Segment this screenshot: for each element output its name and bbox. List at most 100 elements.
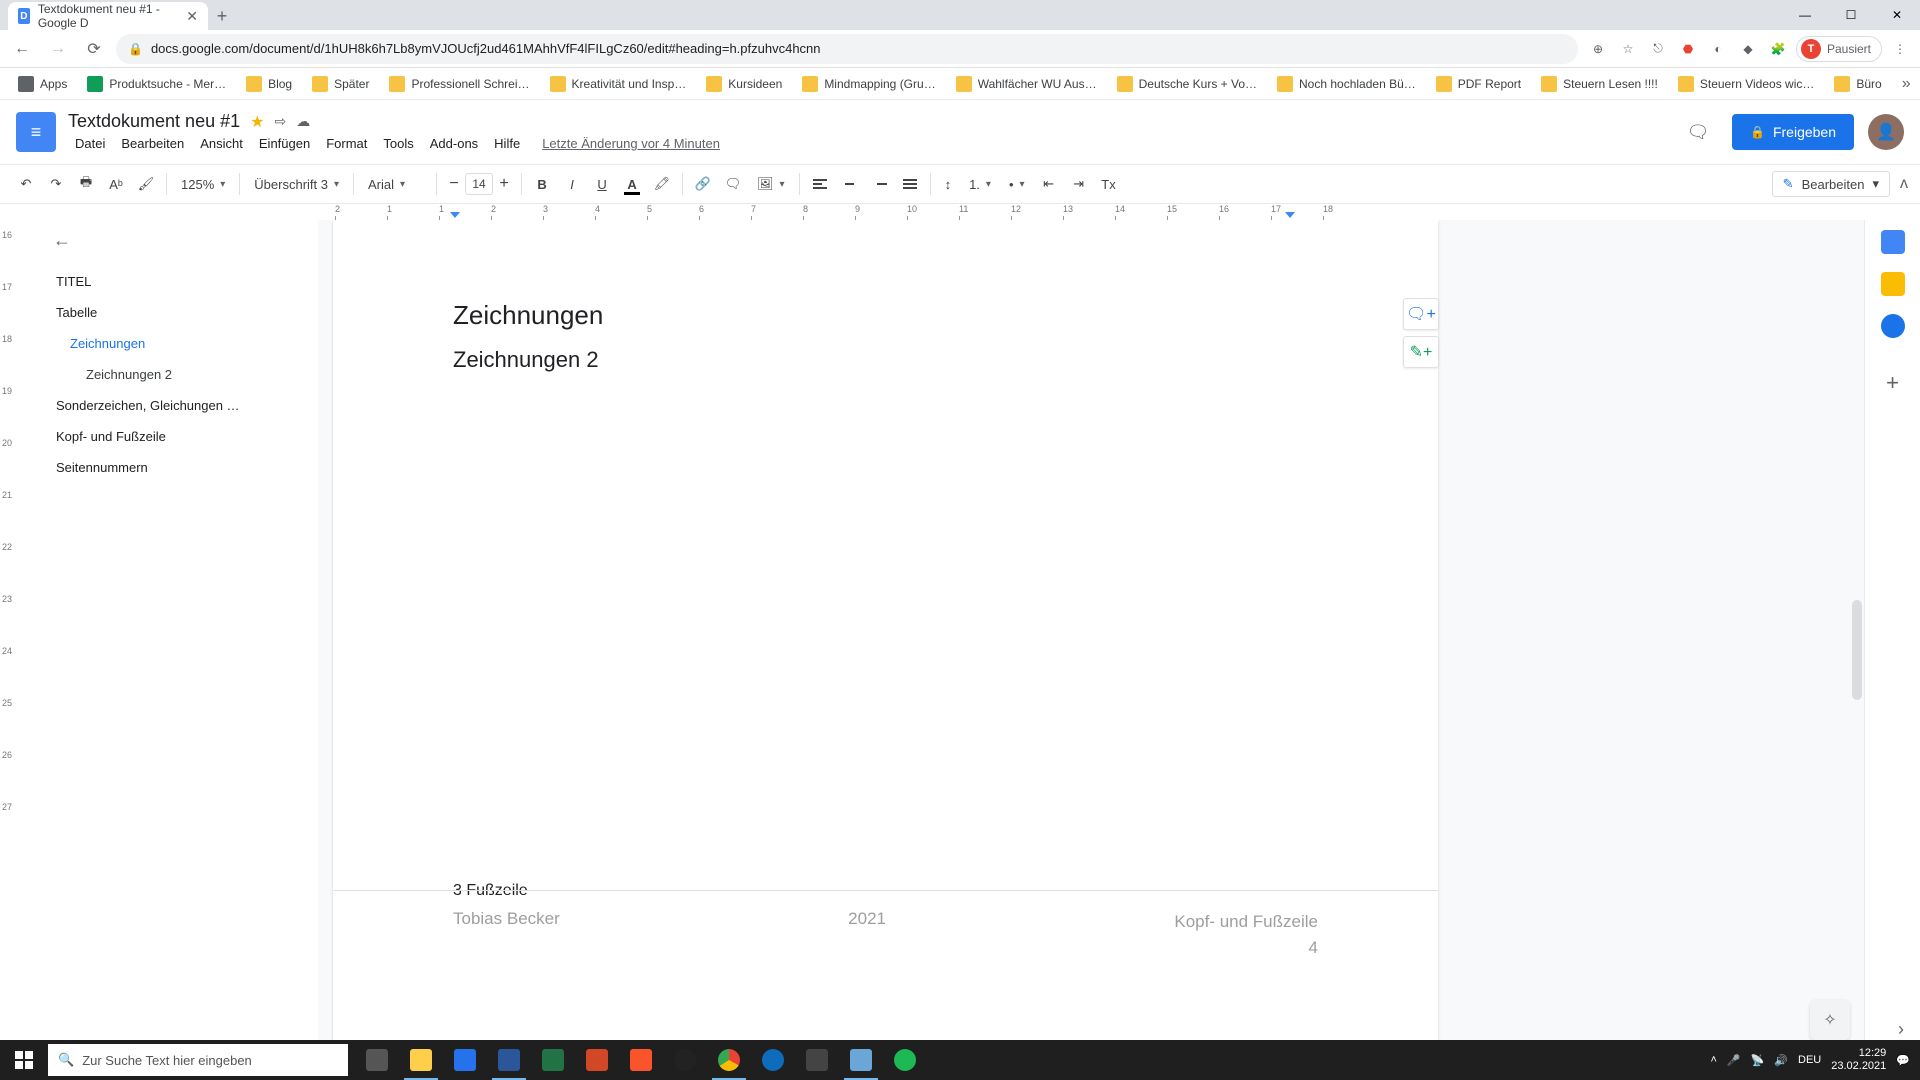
- profile-chip[interactable]: T Pausiert: [1796, 36, 1882, 62]
- align-justify-button[interactable]: [896, 170, 924, 198]
- bookmark-item[interactable]: Produktsuche - Mer…: [79, 72, 234, 96]
- address-input[interactable]: 🔒 docs.google.com/document/d/1hUH8k6h7Lb…: [116, 34, 1578, 64]
- editing-mode-select[interactable]: ✎ Bearbeiten ▾: [1772, 171, 1890, 197]
- align-right-button[interactable]: [866, 170, 894, 198]
- tray-mic-icon[interactable]: 🎤: [1727, 1054, 1741, 1067]
- extension-icon-1[interactable]: ⬣: [1676, 37, 1700, 61]
- document-title[interactable]: Textdokument neu #1: [68, 111, 240, 132]
- browser-tab-active[interactable]: D Textdokument neu #1 - Google D ✕: [8, 2, 208, 30]
- translate-icon[interactable]: ⎋: [1646, 37, 1670, 61]
- nav-forward-button[interactable]: →: [44, 35, 72, 63]
- bookmark-star-icon[interactable]: ☆: [1616, 37, 1640, 61]
- bookmark-item[interactable]: Noch hochladen Bü…: [1269, 72, 1424, 96]
- vertical-ruler[interactable]: 161718192021222324252627: [0, 220, 18, 1080]
- open-comments-button[interactable]: 🗨: [1678, 112, 1718, 152]
- font-family-select[interactable]: Arial▾: [360, 170, 430, 198]
- menu-einfuegen[interactable]: Einfügen: [252, 134, 317, 153]
- window-minimize[interactable]: —: [1782, 0, 1828, 30]
- font-size-input[interactable]: 14: [465, 173, 493, 195]
- font-size-increase[interactable]: +: [493, 170, 515, 198]
- bulleted-list-button[interactable]: •▾: [1001, 170, 1033, 198]
- page-footer[interactable]: Tobias Becker 2021 Kopf- und Fußzeile 4: [333, 890, 1438, 960]
- docs-logo-icon[interactable]: ≡: [16, 112, 56, 152]
- taskbar-app-edge-legacy[interactable]: [444, 1040, 486, 1080]
- line-spacing-button[interactable]: ↕: [937, 170, 960, 198]
- bookmark-item[interactable]: Später: [304, 72, 377, 96]
- print-button[interactable]: 🖶: [72, 170, 100, 198]
- insert-image-button[interactable]: 🖼▾: [749, 170, 793, 198]
- account-avatar[interactable]: 👤: [1868, 114, 1904, 150]
- spellcheck-button[interactable]: Aᵇ: [102, 170, 130, 198]
- bookmark-item[interactable]: Mindmapping (Gru…: [794, 72, 943, 96]
- undo-button[interactable]: ↶: [12, 170, 40, 198]
- get-addons-button[interactable]: +: [1886, 370, 1899, 396]
- outline-item[interactable]: Seitennummern: [48, 454, 302, 481]
- taskbar-app-edge[interactable]: [752, 1040, 794, 1080]
- taskbar-search-input[interactable]: 🔍 Zur Suche Text hier eingeben: [48, 1044, 348, 1076]
- highlight-color-button[interactable]: 🖍: [648, 170, 676, 198]
- tasks-addon-icon[interactable]: [1881, 314, 1905, 338]
- taskbar-app-word[interactable]: [488, 1040, 530, 1080]
- bookmark-item[interactable]: PDF Report: [1428, 72, 1529, 96]
- tray-language-label[interactable]: DEU: [1798, 1054, 1821, 1066]
- move-icon[interactable]: ⇨: [274, 113, 286, 130]
- menu-hilfe[interactable]: Hilfe: [487, 134, 527, 153]
- font-size-decrease[interactable]: −: [443, 170, 465, 198]
- zoom-indicator-icon[interactable]: ⊕: [1586, 37, 1610, 61]
- keep-addon-icon[interactable]: [1881, 272, 1905, 296]
- last-edit-link[interactable]: Letzte Änderung vor 4 Minuten: [535, 134, 727, 153]
- star-icon[interactable]: ★: [250, 112, 264, 132]
- side-panel-collapse-button[interactable]: ›: [1898, 1019, 1904, 1040]
- tray-volume-icon[interactable]: 🔊: [1774, 1054, 1788, 1067]
- extensions-puzzle-icon[interactable]: 🧩: [1766, 37, 1790, 61]
- start-button[interactable]: [0, 1040, 48, 1080]
- extension-icon-3[interactable]: ◆: [1736, 37, 1760, 61]
- taskbar-app-notepad[interactable]: [840, 1040, 882, 1080]
- bookmark-item[interactable]: Steuern Lesen !!!!: [1533, 72, 1666, 96]
- nav-back-button[interactable]: ←: [8, 35, 36, 63]
- share-button[interactable]: 🔒 Freigeben: [1732, 114, 1854, 150]
- tab-close-icon[interactable]: ✕: [186, 8, 198, 25]
- outline-close-button[interactable]: ←: [48, 226, 76, 254]
- heading-4-text[interactable]: Zeichnungen 2: [453, 347, 1378, 373]
- collapse-toolbar-button[interactable]: ʌ: [1900, 175, 1908, 193]
- decrease-indent-button[interactable]: ⇤: [1035, 170, 1063, 198]
- text-color-button[interactable]: A: [618, 170, 646, 198]
- heading-3-text[interactable]: Zeichnungen: [453, 300, 1378, 331]
- document-canvas[interactable]: Zeichnungen Zeichnungen 2 3 Fußzeile Tob…: [318, 220, 1864, 1080]
- menu-datei[interactable]: Datei: [68, 134, 112, 153]
- suggest-edit-margin-button[interactable]: ✎+: [1403, 336, 1439, 368]
- increase-indent-button[interactable]: ⇥: [1065, 170, 1093, 198]
- horizontal-ruler[interactable]: 21123456789101112131415161718: [0, 204, 1920, 220]
- tray-clock[interactable]: 12:29 23.02.2021: [1831, 1047, 1886, 1073]
- italic-button[interactable]: I: [558, 170, 586, 198]
- apps-shortcut[interactable]: Apps: [10, 72, 75, 96]
- outline-item[interactable]: TITEL: [48, 268, 302, 295]
- calendar-addon-icon[interactable]: [1881, 230, 1905, 254]
- taskbar-app-obs[interactable]: [664, 1040, 706, 1080]
- indent-marker-left[interactable]: [450, 212, 460, 218]
- explore-button[interactable]: ✧: [1810, 1000, 1850, 1040]
- clear-formatting-button[interactable]: Tx: [1095, 170, 1123, 198]
- document-page[interactable]: Zeichnungen Zeichnungen 2 3 Fußzeile Tob…: [333, 220, 1438, 1080]
- outline-item[interactable]: Tabelle: [48, 299, 302, 326]
- extension-icon-2[interactable]: ◐: [1706, 37, 1730, 61]
- bookmark-item[interactable]: Büro: [1826, 72, 1889, 96]
- tray-network-icon[interactable]: 📡: [1751, 1054, 1765, 1067]
- add-comment-margin-button[interactable]: 🗨+: [1403, 298, 1439, 330]
- taskbar-app-spotify[interactable]: [884, 1040, 926, 1080]
- window-close[interactable]: ✕: [1874, 0, 1920, 30]
- redo-button[interactable]: ↷: [42, 170, 70, 198]
- bold-button[interactable]: B: [528, 170, 556, 198]
- new-tab-button[interactable]: +: [208, 2, 236, 30]
- taskbar-app-powerpoint[interactable]: [576, 1040, 618, 1080]
- menu-bearbeiten[interactable]: Bearbeiten: [114, 134, 191, 153]
- taskbar-app-chrome[interactable]: [708, 1040, 750, 1080]
- taskbar-app-excel[interactable]: [532, 1040, 574, 1080]
- outline-item[interactable]: Sonderzeichen, Gleichungen …: [48, 392, 302, 419]
- outline-item[interactable]: Zeichnungen: [48, 330, 302, 357]
- bookmark-item[interactable]: Kreativität und Insp…: [542, 72, 695, 96]
- tray-overflow-icon[interactable]: ˄: [1710, 1054, 1716, 1066]
- taskbar-app-explorer[interactable]: [400, 1040, 442, 1080]
- tray-notifications-icon[interactable]: 💬: [1896, 1054, 1910, 1067]
